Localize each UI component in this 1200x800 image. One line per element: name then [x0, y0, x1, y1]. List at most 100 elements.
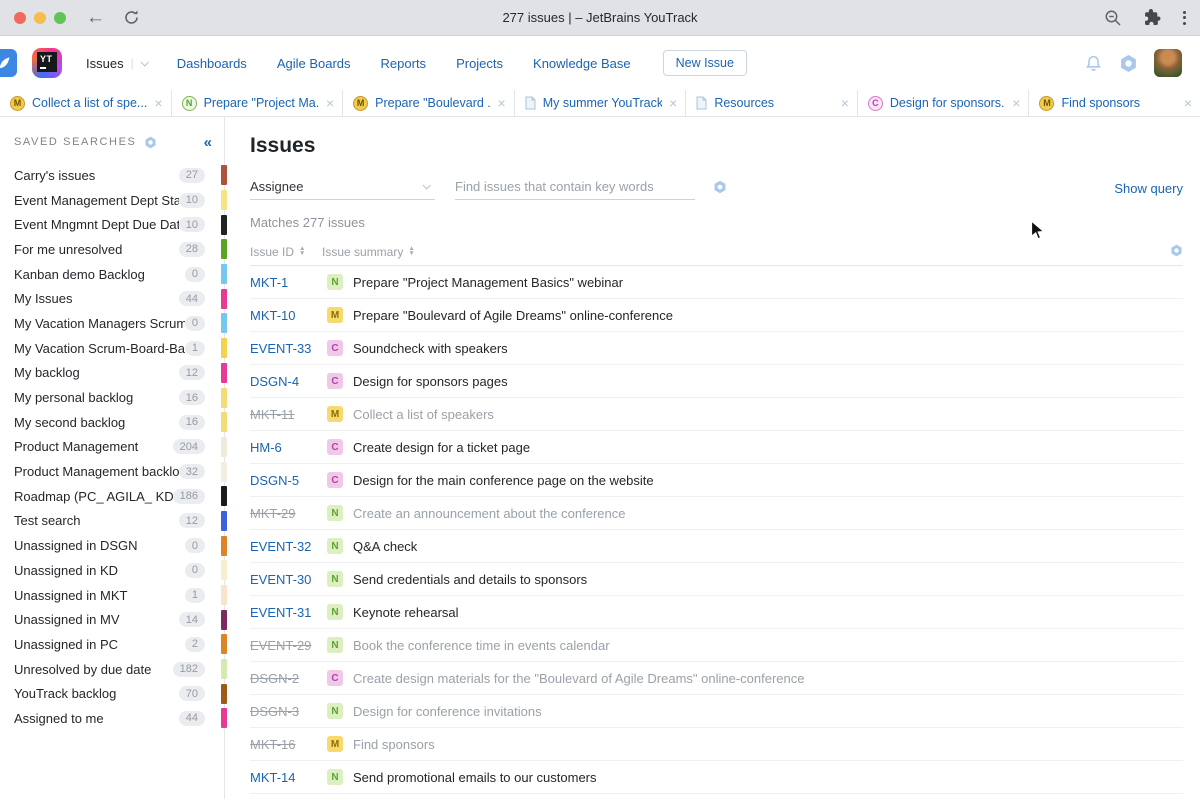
- issue-id-link[interactable]: MKT-1: [250, 275, 327, 290]
- issue-id-link[interactable]: HM-6: [250, 440, 327, 455]
- issue-row[interactable]: HM-6CCreate design for a ticket page: [250, 431, 1183, 464]
- nav-item[interactable]: Reports: [381, 56, 427, 71]
- issue-id-link[interactable]: MKT-11: [250, 407, 327, 422]
- saved-search-item[interactable]: My Vacation Managers Scrum ...0: [0, 311, 224, 336]
- issue-row[interactable]: MKT-11MCollect a list of speakers: [250, 398, 1183, 431]
- browser-tab[interactable]: MPrepare "Boulevard ...×: [343, 90, 515, 116]
- tab-close-icon[interactable]: ×: [841, 96, 849, 110]
- search-settings-gear-icon[interactable]: [713, 180, 727, 194]
- saved-search-item[interactable]: For me unresolved28: [0, 237, 224, 262]
- zoom-button[interactable]: [1104, 9, 1122, 27]
- saved-search-item[interactable]: Unassigned in KD0: [0, 558, 224, 583]
- issue-row[interactable]: MKT-16MFind sponsors: [250, 728, 1183, 761]
- nav-item-issues[interactable]: Issues |: [86, 56, 147, 71]
- tab-close-icon[interactable]: ×: [669, 96, 677, 110]
- issue-id-link[interactable]: EVENT-29: [250, 638, 327, 653]
- tab-title: Find sponsors: [1061, 96, 1176, 110]
- issue-id-link[interactable]: DSGN-5: [250, 473, 327, 488]
- youtrack-logo[interactable]: YT: [32, 48, 62, 78]
- saved-search-count: 0: [185, 538, 205, 553]
- issue-id-link[interactable]: MKT-16: [250, 737, 327, 752]
- saved-search-item[interactable]: My Issues44: [0, 286, 224, 311]
- issue-row[interactable]: DSGN-5CDesign for the main conference pa…: [250, 464, 1183, 497]
- saved-search-item[interactable]: Unresolved by due date182: [0, 657, 224, 682]
- menu-icon[interactable]: [1183, 11, 1186, 25]
- issue-id-link[interactable]: MKT-10: [250, 308, 327, 323]
- new-issue-button[interactable]: New Issue: [663, 50, 747, 76]
- saved-search-item[interactable]: Roadmap (PC_ AGILA_ KD_ ...186: [0, 484, 224, 509]
- saved-search-item[interactable]: My Vacation Scrum-Board-Ba...1: [0, 336, 224, 361]
- extensions-button[interactable]: [1144, 9, 1161, 26]
- tab-close-icon[interactable]: ×: [1184, 96, 1192, 110]
- issue-row[interactable]: EVENT-31NKeynote rehearsal: [250, 596, 1183, 629]
- issue-id-link[interactable]: MKT-29: [250, 506, 327, 521]
- gear-icon[interactable]: [1119, 54, 1138, 73]
- column-header-issue-id[interactable]: Issue ID ▲▼: [250, 245, 322, 259]
- tab-close-icon[interactable]: ×: [1012, 96, 1020, 110]
- column-header-issue-summary[interactable]: Issue summary ▲▼: [322, 245, 415, 259]
- bell-icon[interactable]: [1084, 54, 1103, 73]
- saved-search-item[interactable]: Unassigned in PC2: [0, 632, 224, 657]
- issue-row[interactable]: EVENT-33CSoundcheck with speakers: [250, 332, 1183, 365]
- saved-search-item[interactable]: My second backlog16: [0, 410, 224, 435]
- issue-row[interactable]: EVENT-32NQ&A check: [250, 530, 1183, 563]
- issue-row[interactable]: EVENT-29NBook the conference time in eve…: [250, 629, 1183, 662]
- saved-search-item[interactable]: Assigned to me44: [0, 706, 224, 731]
- filter-row: Assignee Show query: [250, 173, 1183, 200]
- issue-summary: Soundcheck with speakers: [353, 341, 508, 356]
- saved-search-item[interactable]: Product Management204: [0, 435, 224, 460]
- avatar[interactable]: [1154, 49, 1182, 77]
- tab-close-icon[interactable]: ×: [154, 96, 162, 110]
- nav-item[interactable]: Dashboards: [177, 56, 247, 71]
- saved-searches-gear-icon[interactable]: [144, 136, 157, 149]
- issue-id-link[interactable]: EVENT-33: [250, 341, 327, 356]
- browser-tab[interactable]: My summer YouTrack×: [515, 90, 687, 116]
- show-query-link[interactable]: Show query: [1114, 181, 1183, 196]
- browser-tab[interactable]: Resources×: [686, 90, 858, 116]
- issue-row[interactable]: DSGN-3NDesign for conference invitations: [250, 695, 1183, 728]
- saved-search-item[interactable]: Kanban demo Backlog0: [0, 262, 224, 287]
- saved-search-item[interactable]: Unassigned in MV14: [0, 607, 224, 632]
- browser-tab[interactable]: NPrepare "Project Ma...×: [172, 90, 344, 116]
- saved-search-item[interactable]: Test search12: [0, 509, 224, 534]
- assignee-select[interactable]: Assignee: [250, 173, 435, 200]
- feather-icon[interactable]: [0, 49, 17, 77]
- browser-tab[interactable]: MCollect a list of spe...×: [0, 90, 172, 116]
- issue-id-link[interactable]: EVENT-30: [250, 572, 327, 587]
- browser-tab[interactable]: CDesign for sponsors...×: [858, 90, 1030, 116]
- issue-row[interactable]: EVENT-30NSend credentials and details to…: [250, 563, 1183, 596]
- saved-search-item[interactable]: Unassigned in MKT1: [0, 583, 224, 608]
- saved-search-item[interactable]: YouTrack backlog70: [0, 681, 224, 706]
- issue-id-link[interactable]: EVENT-32: [250, 539, 327, 554]
- close-icon[interactable]: [14, 12, 26, 24]
- issue-id-link[interactable]: DSGN-4: [250, 374, 327, 389]
- issue-id-link[interactable]: DSGN-2: [250, 671, 327, 686]
- nav-item[interactable]: Agile Boards: [277, 56, 351, 71]
- issue-id-link[interactable]: MKT-14: [250, 770, 327, 785]
- tab-close-icon[interactable]: ×: [498, 96, 506, 110]
- issue-id-link[interactable]: EVENT-31: [250, 605, 327, 620]
- browser-tab[interactable]: MFind sponsors×: [1029, 90, 1200, 116]
- issue-row[interactable]: MKT-29NCreate an announcement about the …: [250, 497, 1183, 530]
- issue-row[interactable]: DSGN-2CCreate design materials for the "…: [250, 662, 1183, 695]
- saved-search-item[interactable]: Event Mngmnt Dept Due Dat...10: [0, 212, 224, 237]
- issue-row[interactable]: DSGN-4CDesign for sponsors pages: [250, 365, 1183, 398]
- saved-search-item[interactable]: Product Management backlog32: [0, 459, 224, 484]
- issue-row[interactable]: MKT-14NSend promotional emails to our cu…: [250, 761, 1183, 794]
- issue-row[interactable]: MKT-10MPrepare "Boulevard of Agile Dream…: [250, 299, 1183, 332]
- search-input[interactable]: [455, 179, 695, 194]
- nav-item[interactable]: Knowledge Base: [533, 56, 631, 71]
- table-settings-gear-icon[interactable]: [1170, 244, 1183, 257]
- issue-row[interactable]: MKT-1NPrepare "Project Management Basics…: [250, 266, 1183, 299]
- maximize-icon[interactable]: [54, 12, 66, 24]
- saved-search-item[interactable]: Carry's issues27: [0, 163, 224, 188]
- saved-search-item[interactable]: My personal backlog16: [0, 385, 224, 410]
- issue-id-link[interactable]: DSGN-3: [250, 704, 327, 719]
- tab-close-icon[interactable]: ×: [326, 96, 334, 110]
- nav-item[interactable]: Projects: [456, 56, 503, 71]
- saved-search-item[interactable]: Event Management Dept Stat...10: [0, 188, 224, 213]
- minimize-icon[interactable]: [34, 12, 46, 24]
- collapse-sidebar-icon[interactable]: «: [204, 134, 212, 151]
- saved-search-item[interactable]: My backlog12: [0, 361, 224, 386]
- saved-search-item[interactable]: Unassigned in DSGN0: [0, 533, 224, 558]
